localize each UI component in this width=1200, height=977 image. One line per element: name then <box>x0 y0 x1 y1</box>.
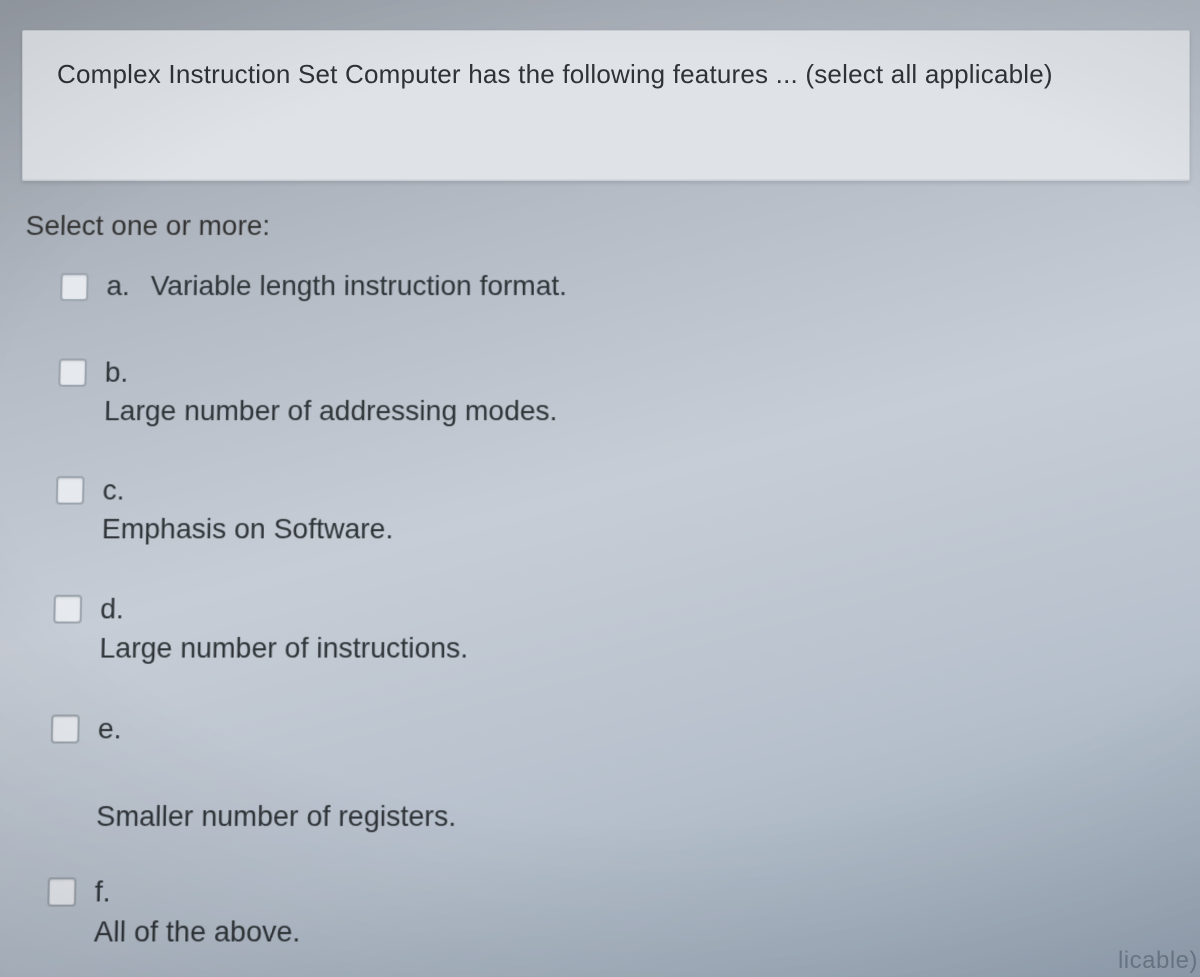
option-b[interactable]: b. Large number of addressing modes. <box>21 356 1195 427</box>
option-d-letter: d. <box>100 593 135 626</box>
option-f[interactable]: f. All of the above. <box>9 875 1200 949</box>
option-a-letter: a. <box>106 270 141 302</box>
checkbox-e[interactable] <box>51 714 80 743</box>
checkbox-c[interactable] <box>56 476 85 505</box>
option-e[interactable]: e. Smaller number of registers. <box>12 712 1200 833</box>
checkbox-f[interactable] <box>47 877 76 906</box>
option-b-text: Large number of addressing modes. <box>104 395 1195 427</box>
option-d-text: Large number of instructions. <box>99 632 1200 665</box>
option-f-letter: f. <box>94 875 130 909</box>
checkbox-b[interactable] <box>58 358 87 386</box>
select-prompt: Select one or more: <box>25 210 1190 242</box>
option-a[interactable]: a. Variable length instruction format. <box>24 270 1192 302</box>
option-c-letter: c. <box>102 474 137 507</box>
answers-block: Select one or more: a. Variable length i… <box>8 210 1200 977</box>
checkbox-d[interactable] <box>53 595 82 624</box>
question-card: Complex Instruction Set Computer has the… <box>22 30 1190 181</box>
option-f-text: All of the above. <box>94 915 1200 949</box>
question-text: Complex Instruction Set Computer has the… <box>57 59 1155 90</box>
option-d[interactable]: d. Large number of instructions. <box>16 593 1200 665</box>
option-a-text: Variable length instruction format. <box>150 270 567 302</box>
option-b-letter: b. <box>105 356 140 388</box>
option-c-text: Emphasis on Software. <box>101 513 1197 546</box>
option-e-letter: e. <box>98 712 133 745</box>
checkbox-a[interactable] <box>60 273 89 301</box>
option-e-text: Smaller number of registers. <box>96 800 1200 833</box>
option-c[interactable]: c. Emphasis on Software. <box>18 474 1197 545</box>
